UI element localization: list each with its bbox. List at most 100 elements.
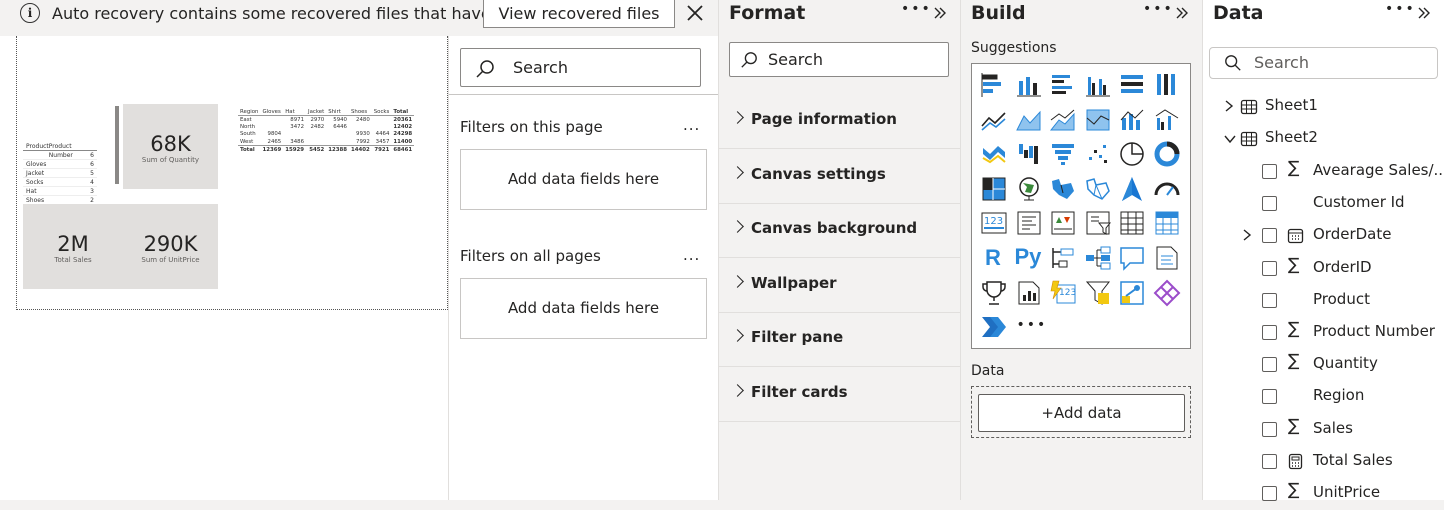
r-visual-icon[interactable]: R <box>980 244 1008 272</box>
field-checkbox[interactable] <box>1262 486 1277 501</box>
pie-chart-icon[interactable] <box>1118 140 1146 168</box>
data-search-input[interactable]: Search <box>1209 47 1438 79</box>
line-and-stacked-column-chart-icon[interactable] <box>1118 106 1146 134</box>
field-checkbox[interactable] <box>1262 389 1277 405</box>
format-card-canvas-settings[interactable]: Canvas settings <box>719 149 961 204</box>
qa-icon[interactable] <box>1118 244 1146 272</box>
100-stacked-area-chart-icon[interactable] <box>1084 106 1112 134</box>
donut-chart-icon[interactable] <box>1153 140 1181 168</box>
format-card-canvas-background[interactable]: Canvas background <box>719 203 961 259</box>
python-visual-icon[interactable]: Py <box>1015 244 1043 272</box>
report-canvas[interactable]: Region Gloves Hat Jacket Shirt Shoes Socks Tota… <box>0 36 448 500</box>
filters-search-input[interactable]: Search <box>460 48 701 87</box>
table-node-sheet2[interactable]: Sheet2 <box>1203 123 1444 155</box>
chevron-right-icon[interactable] <box>1241 228 1253 246</box>
arcgis-map-icon[interactable] <box>1118 175 1146 203</box>
field-checkbox[interactable] <box>1262 357 1277 373</box>
format-card-filter-pane[interactable]: Filter pane <box>719 312 961 368</box>
matrix-icon[interactable] <box>1153 209 1181 237</box>
collapse-pane-icon[interactable] <box>1416 5 1432 21</box>
field-avearage-sales-[interactable]: ∑ Avearage Sales/... <box>1203 156 1444 188</box>
field-sales[interactable]: ∑ Sales <box>1203 414 1444 446</box>
azure-map-icon[interactable] <box>1084 175 1112 203</box>
table-icon[interactable] <box>1118 209 1146 237</box>
field-checkbox[interactable] <box>1262 164 1277 179</box>
add-data-fields-all-pages[interactable]: Add data fields here <box>460 278 707 339</box>
close-icon[interactable] <box>684 2 706 24</box>
clustered-column-chart-icon[interactable] <box>1084 71 1112 99</box>
line-chart-icon[interactable] <box>980 106 1008 134</box>
clustered-bar-chart-icon[interactable] <box>1049 71 1077 99</box>
funnel-chart-icon[interactable] <box>1049 140 1077 168</box>
sales-card[interactable]: 2M Total Sales <box>23 232 123 264</box>
stacked-column-chart-icon[interactable] <box>1015 71 1043 99</box>
more-options-icon[interactable]: ••• <box>1385 1 1416 17</box>
add-data-button[interactable]: +Add data <box>978 394 1185 432</box>
field-region[interactable]: Region <box>1203 381 1444 413</box>
table-node-sheet1[interactable]: Sheet1 <box>1203 91 1444 123</box>
more-options-icon[interactable]: ••• <box>901 1 932 17</box>
add-data-fields-this-page[interactable]: Add data fields here <box>460 149 707 210</box>
format-card-filter-cards[interactable]: Filter cards <box>719 367 961 422</box>
field-product-number[interactable]: ∑ Product Number <box>1203 317 1444 349</box>
field-checkbox[interactable] <box>1262 292 1277 308</box>
stacked-area-chart-icon[interactable] <box>1049 106 1077 134</box>
smart-narrative-icon[interactable] <box>1153 244 1181 272</box>
card-icon[interactable]: 123 <box>980 209 1008 237</box>
field-product[interactable]: Product <box>1203 285 1444 317</box>
100-stacked-bar-chart-icon[interactable] <box>1118 71 1146 99</box>
field-customer-id[interactable]: Customer Id <box>1203 188 1444 220</box>
kpi-icon[interactable] <box>1049 209 1077 237</box>
map-icon[interactable] <box>1015 175 1043 203</box>
ellipsis-icon[interactable]: ••• <box>1015 313 1046 341</box>
format-card-page-information[interactable]: Page information <box>719 94 961 149</box>
power-automate-icon[interactable] <box>1084 279 1112 307</box>
sales-card-group[interactable]: 2M Total Sales 290K Sum of UnitPrice <box>23 204 218 289</box>
more-options-icon[interactable]: ... <box>683 116 700 134</box>
power-apps-icon[interactable]: 123 <box>1049 279 1077 307</box>
more-options-icon[interactable]: ••• <box>1143 1 1174 17</box>
slicer-icon[interactable] <box>1084 209 1112 237</box>
field-orderid[interactable]: ∑ OrderID <box>1203 253 1444 285</box>
collapse-pane-icon[interactable] <box>932 5 948 21</box>
gauge-icon[interactable] <box>1153 175 1181 203</box>
field-total-sales[interactable]: Total Sales <box>1203 446 1444 478</box>
filled-map-icon[interactable] <box>1049 175 1077 203</box>
line-and-clustered-column-chart-icon[interactable] <box>1153 106 1181 134</box>
format-card-wallpaper[interactable]: Wallpaper <box>719 258 961 313</box>
field-checkbox[interactable] <box>1262 260 1277 276</box>
format-search-input[interactable]: Search <box>729 42 949 77</box>
more-options-icon[interactable]: ... <box>683 246 700 264</box>
paginated-report-icon[interactable] <box>1015 279 1043 307</box>
field-orderdate[interactable]: OrderDate <box>1203 220 1444 252</box>
field-checkbox[interactable] <box>1262 453 1277 469</box>
matrix-visual[interactable]: Region Gloves Hat Jacket Shirt Shoes Socks Tota… <box>238 108 415 153</box>
table-scrollbar[interactable] <box>115 106 119 184</box>
ribbon-chart-icon[interactable] <box>980 140 1008 168</box>
field-checkbox[interactable] <box>1262 228 1277 244</box>
field-quantity[interactable]: ∑ Quantity <box>1203 349 1444 381</box>
area-chart-icon[interactable] <box>1015 106 1043 134</box>
quantity-card[interactable]: 68K Sum of Quantity <box>123 104 218 189</box>
more-visuals-icon[interactable] <box>980 313 1008 341</box>
waterfall-chart-icon[interactable] <box>1015 140 1043 168</box>
narrative-icon[interactable] <box>1118 279 1146 307</box>
field-checkbox[interactable] <box>1262 196 1277 212</box>
field-checkbox[interactable] <box>1262 421 1277 437</box>
stacked-bar-chart-icon[interactable] <box>980 71 1008 99</box>
multi-row-card-icon[interactable] <box>1015 209 1043 237</box>
100-stacked-column-chart-icon[interactable] <box>1153 71 1181 99</box>
unitprice-card[interactable]: 290K Sum of UnitPrice <box>123 232 218 264</box>
goals-icon[interactable] <box>980 279 1008 307</box>
view-recovered-files-button[interactable]: View recovered files <box>483 0 675 28</box>
decomposition-tree-icon[interactable] <box>1084 244 1112 272</box>
power-apps-visual-icon[interactable] <box>1153 279 1181 307</box>
scatter-chart-icon[interactable] <box>1084 140 1112 168</box>
treemap-icon[interactable] <box>980 175 1008 203</box>
field-unitprice[interactable]: ∑ UnitPrice <box>1203 478 1444 510</box>
chevron-right-icon[interactable] <box>1223 99 1235 117</box>
key-influencers-icon[interactable] <box>1049 244 1077 272</box>
collapse-pane-icon[interactable] <box>1174 5 1190 21</box>
field-checkbox[interactable] <box>1262 325 1277 340</box>
chevron-down-icon[interactable] <box>1223 131 1237 149</box>
